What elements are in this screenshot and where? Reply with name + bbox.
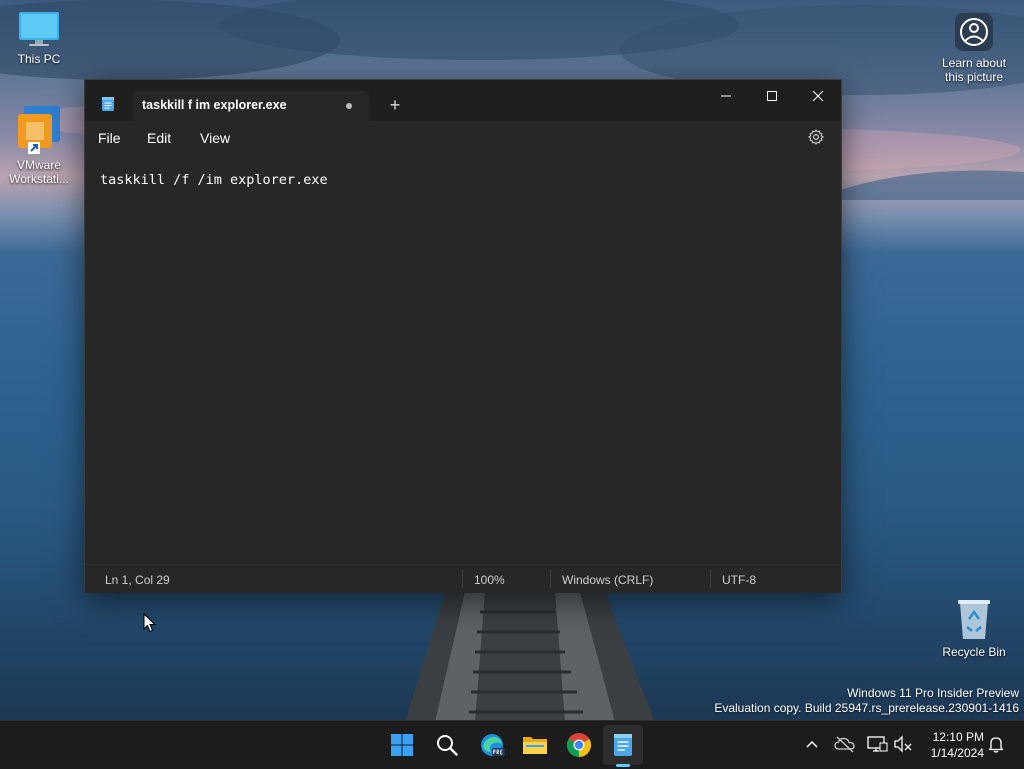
notification-bell-icon[interactable] — [988, 735, 1004, 753]
close-button[interactable] — [795, 80, 841, 112]
watermark-line1: Windows 11 Pro Insider Preview — [847, 686, 1019, 700]
start-icon — [391, 734, 413, 756]
spotlight-icon — [955, 13, 993, 51]
chevron-up-icon[interactable] — [805, 738, 819, 750]
file-explorer-icon — [523, 737, 547, 754]
start-button[interactable] — [382, 725, 422, 765]
mouse-pointer-icon — [143, 613, 157, 633]
text-editor-area[interactable]: taskkill /f /im explorer.exe — [85, 154, 841, 564]
clock-date: 1/14/2024 — [930, 746, 984, 760]
volume-muted-icon[interactable] — [893, 735, 913, 753]
status-zoom[interactable]: 100% — [474, 573, 505, 587]
desktop-icon-label: Recycle Bin — [942, 645, 1006, 659]
minimize-button[interactable] — [703, 80, 749, 112]
status-encoding[interactable]: UTF-8 — [722, 573, 756, 587]
status-bar: Ln 1, Col 29 100% Windows (CRLF) UTF-8 — [85, 564, 841, 593]
maximize-icon — [767, 91, 777, 101]
minimize-icon — [721, 95, 731, 97]
taskbar-notepad[interactable] — [603, 725, 643, 765]
desktop-icon-vmware[interactable]: VMware Workstati... — [1, 104, 77, 186]
status-cursor-position: Ln 1, Col 29 — [105, 573, 170, 587]
taskbar-chrome[interactable] — [559, 725, 599, 765]
search-icon — [437, 735, 458, 756]
desktop-icon-recycle-bin[interactable]: Recycle Bin — [936, 597, 1012, 659]
desktop-icon-learn-about-picture[interactable]: Learn about this picture — [936, 12, 1012, 84]
watermark-line2: Evaluation copy. Build 25947.rs_prerelea… — [714, 701, 1019, 715]
edge-pre-icon — [481, 734, 505, 756]
maximize-button[interactable] — [749, 80, 795, 112]
chrome-icon — [566, 733, 592, 757]
editor-content[interactable]: taskkill /f /im explorer.exe — [100, 172, 328, 188]
new-tab-button[interactable]: + — [383, 93, 407, 117]
onedrive-icon[interactable] — [834, 735, 856, 753]
notepad-app-icon — [102, 97, 114, 111]
recycle-bin-icon — [958, 600, 990, 639]
notepad-window[interactable]: taskkill f im explorer.exe + File Edit V… — [84, 79, 842, 593]
desktop-icon-label: Learn about this picture — [941, 56, 1007, 84]
clock-time: 12:10 PM — [932, 730, 984, 744]
taskbar: 12:10 PM 1/14/2024 — [0, 720, 1024, 769]
taskbar-edge-preview[interactable] — [472, 725, 512, 765]
monitor-icon — [19, 12, 59, 46]
evaluation-watermark: Windows 11 Pro Insider Preview Evaluatio… — [714, 686, 1019, 716]
desktop-icon-label: VMware Workstati... — [9, 158, 69, 186]
menu-bar: File Edit View — [85, 121, 841, 154]
vmware-icon — [18, 106, 60, 154]
status-divider — [462, 570, 463, 588]
wallpaper-pier — [405, 592, 655, 722]
active-app-indicator — [616, 764, 630, 767]
desktop-icon-this-pc[interactable]: This PC — [1, 10, 77, 66]
tab-document[interactable]: taskkill f im explorer.exe — [133, 91, 369, 121]
network-icon[interactable] — [866, 735, 888, 753]
system-clock[interactable]: 12:10 PM 1/14/2024 — [920, 729, 984, 761]
search-button[interactable] — [427, 725, 467, 765]
status-divider — [710, 570, 711, 588]
menu-edit[interactable]: Edit — [147, 130, 171, 146]
settings-gear-icon[interactable] — [807, 128, 825, 146]
close-icon — [812, 90, 824, 102]
status-line-ending[interactable]: Windows (CRLF) — [562, 573, 653, 587]
title-bar[interactable]: taskkill f im explorer.exe + — [85, 80, 841, 121]
menu-file[interactable]: File — [98, 130, 121, 146]
unsaved-dot-icon[interactable] — [346, 103, 352, 109]
menu-view[interactable]: View — [200, 130, 230, 146]
notepad-icon — [614, 734, 632, 756]
taskbar-file-explorer[interactable] — [515, 725, 555, 765]
tab-title: taskkill f im explorer.exe — [142, 98, 287, 112]
status-divider — [550, 570, 551, 588]
desktop-icon-label: This PC — [17, 52, 61, 66]
